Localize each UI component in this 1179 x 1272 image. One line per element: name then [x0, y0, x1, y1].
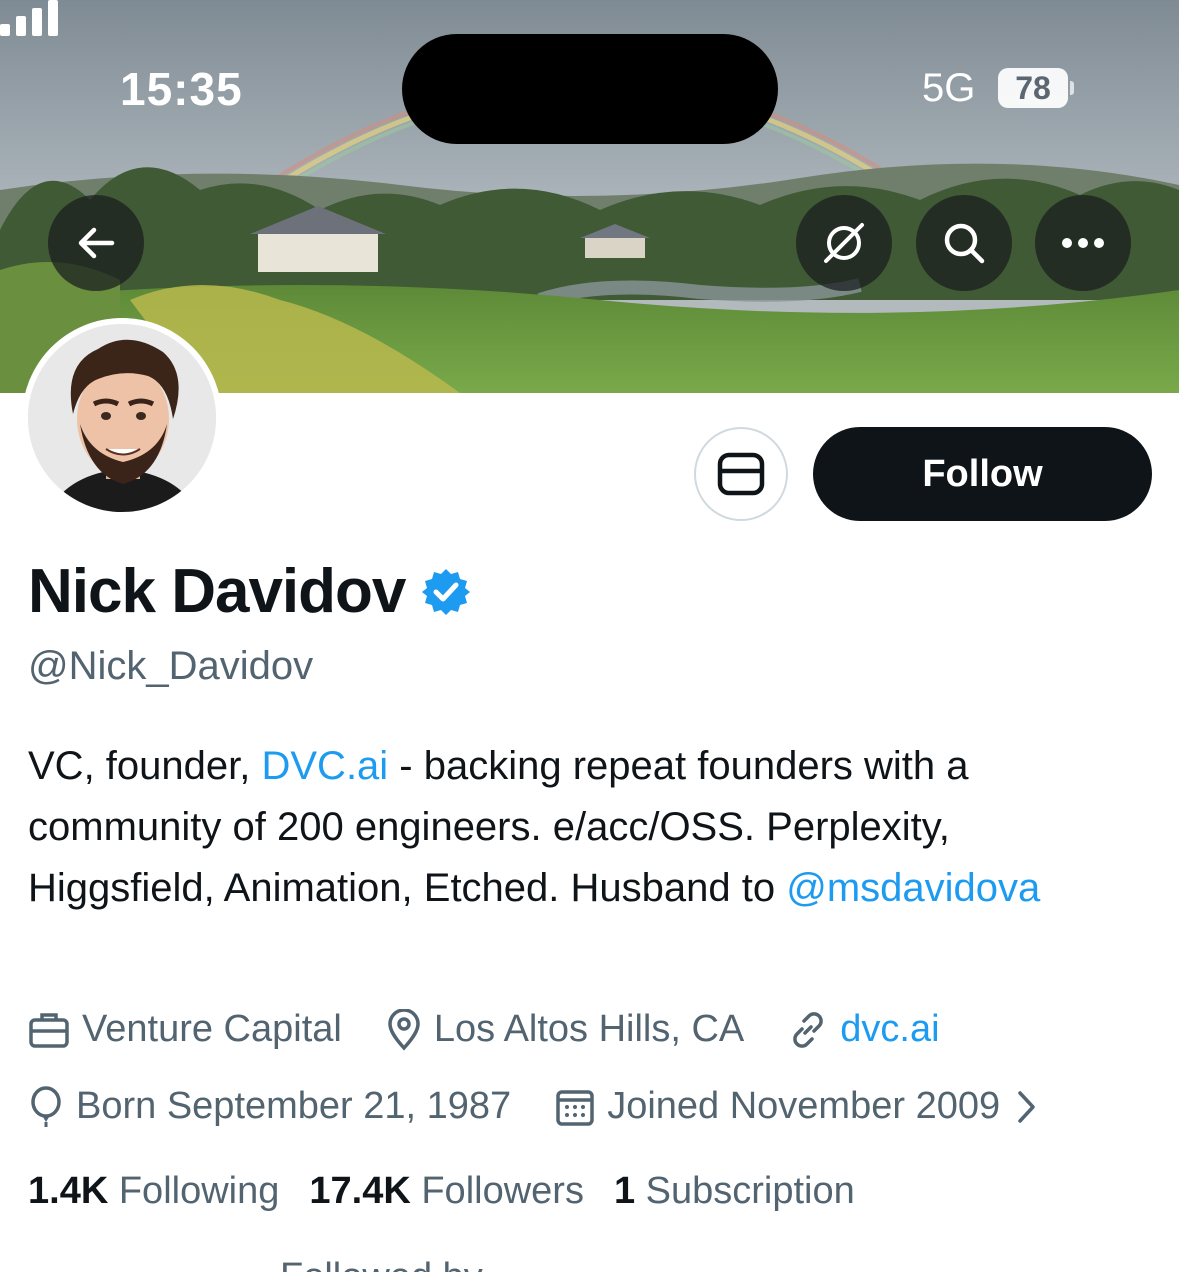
- arrow-left-icon: [78, 227, 115, 259]
- followers-label: Followers: [421, 1170, 584, 1212]
- location-item: Los Altos Hills, CA: [386, 1008, 744, 1051]
- profile-meta-row: Venture Capital Los Altos Hills, CA dvc.…: [28, 1008, 984, 1051]
- dynamic-island: [402, 34, 778, 144]
- category-item: Venture Capital: [28, 1008, 342, 1051]
- back-button[interactable]: [48, 195, 144, 291]
- location-pin-icon: [388, 1008, 420, 1051]
- website-item[interactable]: dvc.ai: [788, 1008, 940, 1051]
- following-stat[interactable]: 1.4K Following: [28, 1170, 279, 1213]
- balloon-icon: [31, 1085, 61, 1127]
- bio-text: VC, founder,: [28, 744, 262, 788]
- calendar-icon: [556, 1089, 594, 1126]
- search-button[interactable]: [916, 195, 1012, 291]
- search-icon: [944, 223, 985, 264]
- cellular-signal-icon: [0, 0, 58, 36]
- birthday-item: Born September 21, 1987: [28, 1085, 511, 1128]
- profile-name-row: Nick Davidov: [28, 556, 471, 627]
- envelope-icon: [717, 452, 765, 496]
- verified-badge-icon[interactable]: [421, 567, 471, 617]
- grok-icon: [824, 223, 864, 263]
- follow-button[interactable]: Follow: [813, 427, 1152, 521]
- followers-count: 17.4K: [309, 1170, 411, 1212]
- briefcase-icon: [29, 1012, 69, 1048]
- profile-stats: 1.4K Following 17.4K Followers 1 Subscri…: [28, 1170, 885, 1213]
- avatar-photo: [28, 324, 216, 512]
- subscriptions-count: 1: [613, 1170, 636, 1212]
- network-type: 5G: [922, 66, 976, 110]
- birthday-text: Born September 21, 1987: [76, 1085, 512, 1127]
- profile-avatar[interactable]: [22, 318, 222, 518]
- bio-mention-link[interactable]: @msdavidova: [786, 866, 1040, 910]
- link-icon: [793, 1011, 824, 1048]
- profile-bio: VC, founder, DVC.ai - backing repeat fou…: [28, 736, 1138, 919]
- location-text: Los Altos Hills, CA: [433, 1008, 745, 1050]
- joined-text: Joined November 2009: [607, 1085, 1001, 1127]
- subscriptions-stat[interactable]: 1 Subscription: [614, 1170, 855, 1213]
- subscriptions-label: Subscription: [645, 1170, 855, 1212]
- website-link[interactable]: dvc.ai: [840, 1008, 939, 1051]
- message-button[interactable]: [694, 427, 788, 521]
- bio-link-dvc[interactable]: DVC.ai: [261, 744, 388, 788]
- category-text: Venture Capital: [82, 1008, 342, 1050]
- battery-level: 78: [1015, 70, 1051, 106]
- grok-button[interactable]: [796, 195, 892, 291]
- chevron-right-icon: [1018, 1090, 1035, 1123]
- followed-by-text[interactable]: Followed by ...: [280, 1256, 525, 1272]
- battery-icon: 78: [998, 68, 1074, 108]
- followers-stat[interactable]: 17.4K Followers: [309, 1170, 584, 1213]
- more-options-button[interactable]: [1035, 195, 1131, 291]
- following-count: 1.4K: [28, 1170, 109, 1212]
- profile-meta-row: Born September 21, 1987 Joined November …: [28, 1085, 1094, 1128]
- profile-handle: @Nick_Davidov: [28, 644, 314, 688]
- status-time: 15:35: [120, 63, 243, 115]
- following-label: Following: [118, 1170, 280, 1212]
- more-horizontal-icon: [1062, 238, 1104, 248]
- display-name: Nick Davidov: [28, 557, 406, 626]
- joined-item[interactable]: Joined November 2009: [555, 1085, 1050, 1128]
